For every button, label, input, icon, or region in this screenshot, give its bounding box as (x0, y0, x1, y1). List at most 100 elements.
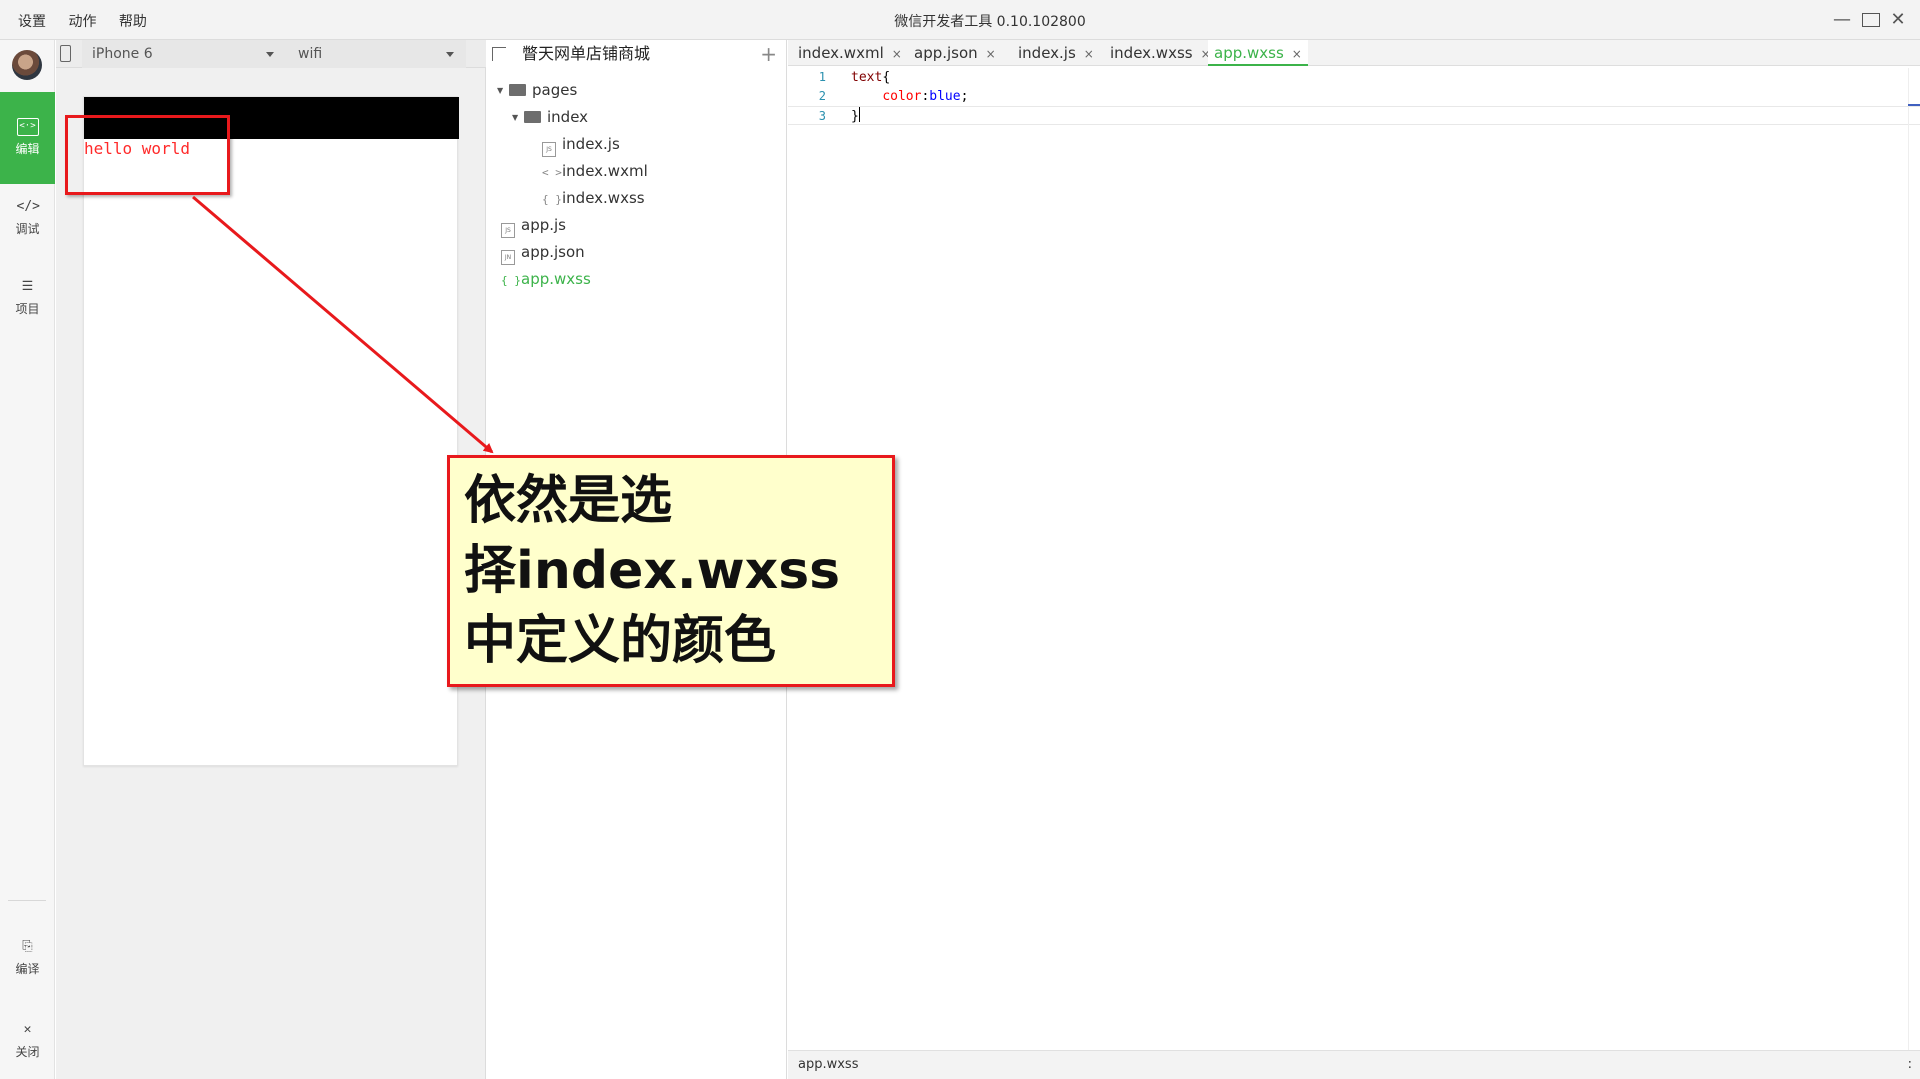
line-content: text{ (851, 68, 890, 87)
maximize-button[interactable] (1859, 8, 1883, 32)
sidebar-item-project[interactable]: ☰ 项目 (0, 252, 55, 344)
tree-file-index-wxss[interactable]: { }index.wxss (542, 185, 645, 212)
sidebar-item-close[interactable]: ✕ 关闭 (0, 995, 55, 1079)
code-area[interactable]: 1 text{ 2 color:blue; 3 } (788, 68, 1920, 125)
code-line-current: 3 } (788, 106, 1920, 125)
tree-item-label: index (547, 108, 589, 126)
sidebar-item-label: 关闭 (15, 1045, 40, 1059)
wxss-file-icon: { } (501, 274, 521, 287)
folder-icon (524, 111, 541, 123)
brace-open: { (882, 70, 891, 85)
tree-item-label: index.wxml (562, 162, 648, 180)
tree-item-label: pages (532, 81, 578, 99)
tab-label: app.json (914, 44, 978, 62)
callout-line: 择index.wxss (464, 541, 841, 601)
close-icon[interactable]: × (1292, 47, 1302, 61)
file-tree-header: 瞥天网单店铺商城 + (487, 40, 787, 68)
close-icon[interactable]: × (986, 47, 996, 61)
semicolon: ; (960, 89, 969, 104)
tab-app-json[interactable]: app.json × (908, 40, 1002, 66)
json-file-icon: JN (501, 250, 515, 265)
tree-item-label: index.js (562, 135, 620, 153)
css-value: blue (929, 89, 961, 104)
line-number: 2 (818, 89, 826, 103)
chevron-down-icon (266, 52, 274, 57)
close-icon: ✕ (23, 1022, 32, 1037)
code-line: 2 color:blue; (788, 87, 1920, 106)
title-bar: 设置 动作 帮助 微信开发者工具 0.10.102800 — ✕ (0, 0, 1920, 40)
annotation-highlight-box (65, 115, 230, 195)
sidebar-item-label: 项目 (15, 302, 40, 316)
line-content: color:blue; (851, 87, 968, 106)
close-icon[interactable]: × (1084, 47, 1094, 61)
tab-index-wxml[interactable]: index.wxml × (792, 40, 908, 66)
tree-file-index-js[interactable]: JS index.js (542, 131, 620, 158)
network-select[interactable]: wifi (286, 40, 466, 68)
css-property: color (882, 89, 922, 104)
callout-line: 中定义的颜色 (464, 611, 777, 671)
phone-screen: hello world (83, 96, 459, 766)
status-bar: app.wxss : (788, 1050, 1920, 1079)
triangle-down-icon: ▼ (497, 86, 504, 95)
brace-close: } (851, 109, 859, 124)
tree-item-label: app.wxss (521, 270, 591, 288)
device-value: iPhone 6 (92, 46, 153, 62)
line-number: 1 (818, 70, 826, 84)
list-icon: ☰ (21, 279, 34, 294)
line-content: } (851, 107, 860, 126)
status-file-name: app.wxss (798, 1057, 859, 1072)
tree-folder-pages[interactable]: ▼ pages (497, 77, 577, 104)
network-value: wifi (298, 46, 323, 62)
tree-file-app-json[interactable]: JN app.json (501, 239, 585, 266)
sidebar-item-edit[interactable]: <·> 编辑 (0, 92, 55, 184)
js-file-icon: JS (501, 223, 515, 238)
maximize-icon (1862, 13, 1880, 27)
simulator-toolbar: iPhone 6 wifi (56, 40, 486, 68)
tree-icon (492, 47, 506, 61)
tab-index-js[interactable]: index.js × (1012, 40, 1100, 66)
sidebar-divider (8, 900, 46, 901)
tree-file-app-js[interactable]: JS app.js (501, 212, 566, 239)
sidebar-item-compile[interactable]: ⎘ 编译 (0, 912, 55, 1004)
minimize-icon: — (1833, 9, 1851, 30)
tree-item-label: index.wxss (562, 189, 645, 207)
minimize-button[interactable]: — (1830, 8, 1854, 32)
scroll-position-marker (1908, 104, 1920, 106)
line-number: 3 (818, 109, 826, 123)
close-icon[interactable]: × (892, 47, 902, 61)
text-cursor (858, 107, 860, 122)
editor-scrollbar[interactable] (1908, 68, 1920, 1079)
tree-file-index-wxml[interactable]: < >index.wxml (542, 158, 648, 185)
callout-line: 依然是选 (464, 471, 673, 531)
tab-app-wxss[interactable]: app.wxss × (1208, 40, 1308, 66)
code-editor: index.wxml × app.json × index.js × index.wx… (788, 40, 1920, 1079)
window-title: 微信开发者工具 0.10.102800 (894, 14, 1086, 30)
chevron-down-icon (446, 52, 454, 57)
tree-item-label: app.js (521, 216, 566, 234)
tab-label: index.js (1018, 44, 1076, 62)
close-window-button[interactable]: ✕ (1886, 8, 1910, 32)
css-selector: text (851, 70, 883, 85)
phone-icon[interactable] (60, 45, 71, 62)
sidebar-item-label: 编辑 (15, 142, 40, 156)
project-name: 瞥天网单店铺商城 (522, 44, 651, 63)
close-icon: ✕ (1890, 9, 1906, 30)
left-sidebar: <·> 编辑 </> 调试 ☰ 项目 ⎘ 编译 ✕ 关闭 (0, 40, 55, 1079)
sidebar-item-debug[interactable]: </> 调试 (0, 172, 55, 264)
debug-icon: </> (16, 199, 40, 214)
editor-tabs: index.wxml × app.json × index.js × index.wx… (788, 40, 1920, 66)
annotation-callout: 依然是选 择index.wxss 中定义的颜色 (447, 455, 895, 687)
triangle-down-icon: ▼ (512, 113, 519, 122)
tab-label: app.wxss (1214, 44, 1284, 62)
tree-file-app-wxss[interactable]: { }app.wxss (501, 266, 591, 293)
avatar[interactable] (12, 50, 42, 80)
tab-index-wxss[interactable]: index.wxss × (1104, 40, 1217, 66)
status-cursor-position: : (1907, 1057, 1912, 1072)
tab-label: index.wxss (1110, 44, 1193, 62)
sidebar-item-label: 调试 (15, 222, 40, 236)
simulator-panel: iPhone 6 wifi hello world (56, 40, 486, 1079)
tree-folder-index[interactable]: ▼ index (512, 104, 588, 131)
wxss-file-icon: { } (542, 193, 562, 206)
folder-icon (509, 84, 526, 96)
add-icon[interactable]: + (760, 40, 777, 68)
